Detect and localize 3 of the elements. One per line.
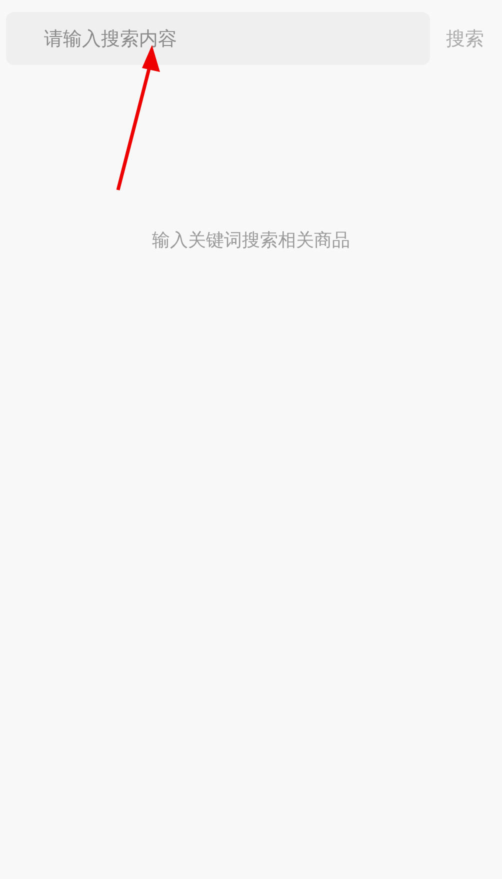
search-button[interactable]: 搜索 [444,22,486,56]
search-field[interactable]: 请输入搜索内容 [6,12,430,65]
empty-message: 输入关键词搜索相关商品 [151,229,351,252]
